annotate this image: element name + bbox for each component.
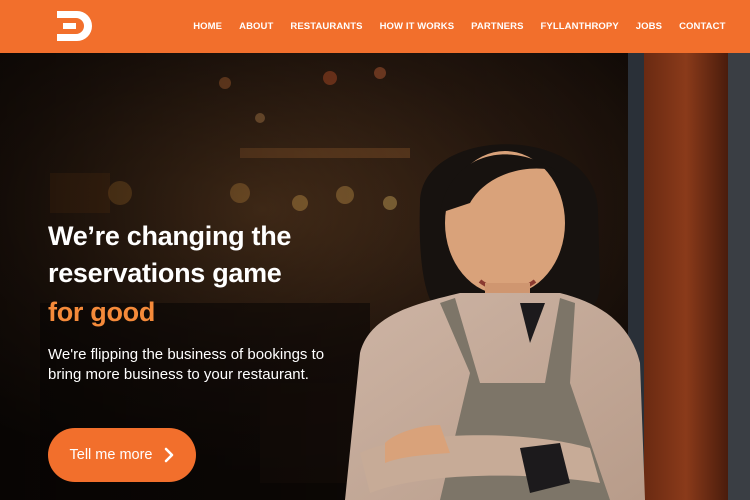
hero-headline: We’re changing the reservations game for… — [48, 218, 291, 331]
brand-logo-icon[interactable] — [55, 9, 95, 43]
nav-contact[interactable]: CONTACT — [671, 21, 734, 32]
nav-jobs[interactable]: JOBS — [627, 21, 670, 32]
nav-fyllanthropy[interactable]: FYLLANTHROPY — [532, 21, 627, 32]
nav-restaurants[interactable]: RESTAURANTS — [282, 21, 371, 32]
cta-label: Tell me more — [69, 447, 153, 463]
headline-line-2: reservations game — [48, 258, 282, 288]
nav-how-it-works[interactable]: HOW IT WORKS — [371, 21, 463, 32]
nav-about[interactable]: ABOUT — [231, 21, 282, 32]
hero-section: We’re changing the reservations game for… — [0, 53, 750, 500]
headline-accent: for good — [48, 297, 156, 327]
main-nav: HOME ABOUT RESTAURANTS HOW IT WORKS PART… — [185, 0, 734, 53]
nav-home[interactable]: HOME — [185, 21, 231, 32]
tell-me-more-button[interactable]: Tell me more — [48, 428, 196, 482]
headline-line-1: We’re changing the — [48, 221, 292, 251]
nav-partners[interactable]: PARTNERS — [463, 21, 532, 32]
chevron-right-icon — [164, 447, 173, 463]
top-navigation-bar: HOME ABOUT RESTAURANTS HOW IT WORKS PART… — [0, 0, 750, 53]
hero-subtext: We're flipping the business of bookings … — [48, 346, 325, 383]
